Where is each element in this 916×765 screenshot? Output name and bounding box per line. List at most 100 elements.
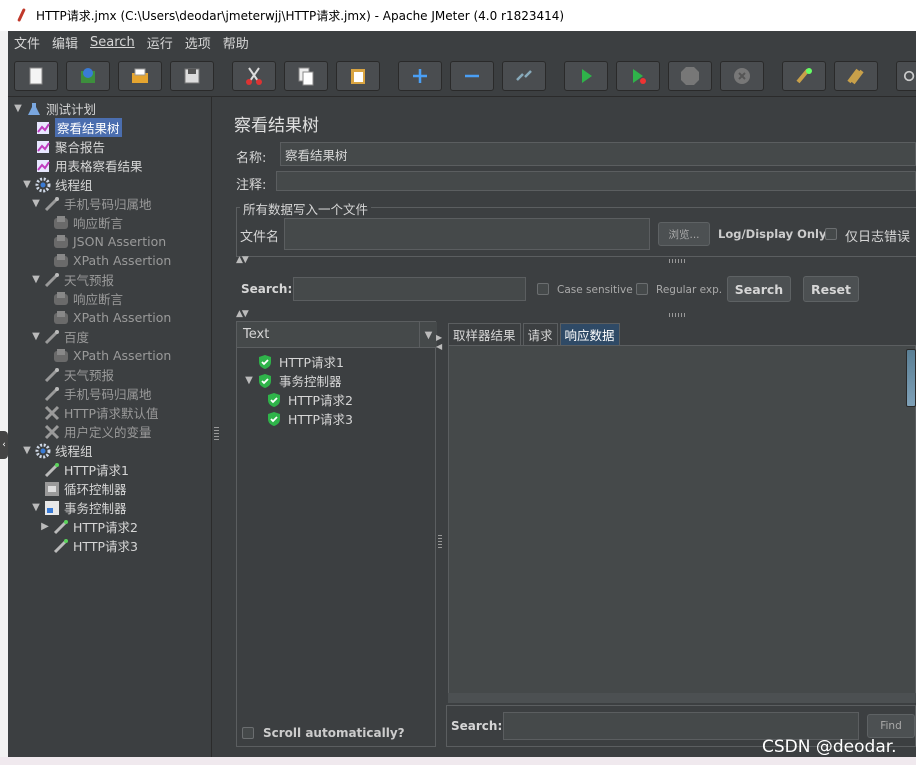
tree-item-label: 手机号码归属地 bbox=[64, 387, 152, 402]
pipette-icon bbox=[44, 272, 60, 288]
clear-button[interactable] bbox=[782, 61, 826, 91]
tree-item[interactable]: JSON Assertion bbox=[39, 232, 166, 251]
collapse-arrow-icon[interactable]: ▼ bbox=[30, 502, 42, 513]
tree-item[interactable]: ▼ 事务控制器 bbox=[30, 498, 127, 517]
comment-input[interactable] bbox=[276, 171, 916, 191]
response-data-pane[interactable] bbox=[448, 345, 916, 701]
tree-item[interactable]: 察看结果树 bbox=[21, 118, 122, 137]
start-icon bbox=[582, 69, 592, 83]
tree-item[interactable]: 天气预报 bbox=[30, 365, 114, 384]
tree-item[interactable]: XPath Assertion bbox=[39, 251, 171, 270]
tree-item[interactable]: 用表格察看结果 bbox=[21, 156, 143, 175]
tree-item[interactable]: 用户定义的变量 bbox=[30, 422, 152, 441]
collapse-arrow-icon[interactable]: ▼ bbox=[30, 274, 42, 285]
collapse-arrow-icon[interactable]: ▼ bbox=[21, 179, 33, 190]
search-button[interactable]: Search bbox=[727, 276, 791, 302]
menu-options[interactable]: 选项 bbox=[179, 33, 217, 52]
tree-item[interactable]: 循环控制器 bbox=[30, 479, 127, 498]
collapse-arrow-icon[interactable]: ▼ bbox=[21, 445, 33, 456]
start-button[interactable] bbox=[564, 61, 608, 91]
tree-item[interactable]: XPath Assertion bbox=[39, 346, 171, 365]
tree-item[interactable]: ▼ 手机号码归属地 bbox=[30, 194, 152, 213]
splitter-grip-icon[interactable] bbox=[214, 427, 219, 441]
templates-button[interactable] bbox=[66, 61, 110, 91]
collapse-arrow-icon[interactable]: ▼ bbox=[30, 198, 42, 209]
clear-all-button[interactable] bbox=[834, 61, 878, 91]
horizontal-scrollbar[interactable] bbox=[448, 693, 916, 703]
copy-button[interactable] bbox=[284, 61, 328, 91]
vertical-splitter[interactable] bbox=[212, 97, 222, 757]
tree-item[interactable]: 聚合报告 bbox=[21, 137, 105, 156]
file-name-label: 文件名 bbox=[240, 230, 280, 245]
result-row[interactable]: ▼ 事务控制器 bbox=[243, 371, 342, 390]
drag-dots-icon[interactable] bbox=[669, 259, 685, 263]
regex-checkbox[interactable] bbox=[636, 283, 648, 295]
paste-button[interactable] bbox=[336, 61, 380, 91]
tree-item-label: HTTP请求1 bbox=[64, 463, 129, 478]
errors-only-checkbox[interactable] bbox=[825, 228, 837, 240]
browse-button[interactable]: 浏览... bbox=[658, 222, 710, 246]
stop-button[interactable] bbox=[668, 61, 712, 91]
tree-item[interactable]: HTTP请求3 bbox=[39, 536, 138, 555]
file-name-input[interactable] bbox=[284, 218, 650, 250]
renderer-select[interactable]: Text ▼ bbox=[237, 322, 437, 348]
tree-item[interactable]: XPath Assertion bbox=[39, 308, 171, 327]
tab-response-data[interactable]: 响应数据 bbox=[559, 323, 620, 345]
find-input[interactable] bbox=[503, 712, 859, 740]
collapse-arrows-icon-2[interactable]: ▲▼ bbox=[236, 309, 249, 319]
start-no-pause-button[interactable] bbox=[616, 61, 660, 91]
tree-item[interactable]: ▶ HTTP请求2 bbox=[39, 517, 138, 536]
open-button[interactable] bbox=[118, 61, 162, 91]
collapse-arrow-icon[interactable]: ▼ bbox=[12, 103, 24, 114]
tree-item[interactable]: 响应断言 bbox=[39, 213, 123, 232]
menu-search[interactable]: Search bbox=[84, 35, 141, 50]
scroll-auto-checkbox[interactable] bbox=[242, 727, 254, 739]
cut-button[interactable] bbox=[232, 61, 276, 91]
stop-icon bbox=[681, 67, 699, 85]
tree-item[interactable]: ▼ 线程组 bbox=[21, 175, 93, 194]
result-row[interactable]: HTTP请求3 bbox=[252, 409, 353, 428]
expand-arrow-icon[interactable]: ▶ bbox=[39, 521, 51, 532]
find-button[interactable]: Find bbox=[867, 714, 915, 738]
scrollbar-thumb[interactable] bbox=[906, 349, 916, 407]
new-button[interactable] bbox=[14, 61, 58, 91]
menu-help[interactable]: 帮助 bbox=[217, 33, 255, 52]
menu-run[interactable]: 运行 bbox=[141, 33, 179, 52]
drag-dots-icon-2[interactable] bbox=[669, 313, 685, 317]
expand-button[interactable] bbox=[398, 61, 442, 91]
collapse-button[interactable] bbox=[450, 61, 494, 91]
tree-item[interactable]: ▼ 测试计划 bbox=[12, 99, 96, 118]
collapse-arrow-icon[interactable]: ▼ bbox=[243, 375, 255, 386]
collapse-arrows-icon[interactable]: ▲▼ bbox=[236, 255, 249, 265]
tree-item[interactable]: 手机号码归属地 bbox=[30, 384, 152, 403]
case-sensitive-checkbox[interactable] bbox=[537, 283, 549, 295]
collapse-arrow-icon[interactable]: ▼ bbox=[30, 331, 42, 342]
menu-file[interactable]: 文件 bbox=[8, 33, 46, 52]
tab-request[interactable]: 请求 bbox=[522, 323, 558, 345]
result-row[interactable]: HTTP请求2 bbox=[252, 390, 353, 409]
tree-item-label: XPath Assertion bbox=[73, 348, 172, 363]
tree-item[interactable]: ▼ 百度 bbox=[30, 327, 89, 346]
tree-item[interactable]: ▼ 线程组 bbox=[21, 441, 93, 460]
window-title: HTTP请求.jmx (C:\Users\deodar\jmeterwjj\HT… bbox=[36, 9, 565, 23]
tree-item[interactable]: HTTP请求默认值 bbox=[30, 403, 159, 422]
pane-arrows-icon[interactable]: ▶ ◀ bbox=[436, 333, 442, 351]
collapse-handle-icon[interactable]: ‹ bbox=[0, 431, 8, 459]
reset-button[interactable]: Reset bbox=[803, 276, 859, 302]
menu-edit[interactable]: 编辑 bbox=[46, 33, 84, 52]
tab-sampler-result[interactable]: 取样器结果 bbox=[448, 323, 521, 345]
name-input[interactable] bbox=[280, 142, 916, 166]
pipette-icon bbox=[44, 329, 60, 345]
save-button[interactable] bbox=[170, 61, 214, 91]
result-row[interactable]: HTTP请求1 bbox=[243, 352, 344, 371]
chevron-down-icon[interactable]: ▼ bbox=[419, 322, 437, 348]
shutdown-button[interactable] bbox=[720, 61, 764, 91]
toggle-button[interactable] bbox=[502, 61, 546, 91]
pane-grip-icon[interactable] bbox=[438, 535, 442, 549]
search-input[interactable] bbox=[293, 277, 526, 301]
tree-item[interactable]: 响应断言 bbox=[39, 289, 123, 308]
search-button[interactable] bbox=[896, 61, 916, 91]
tree-item[interactable]: HTTP请求1 bbox=[30, 460, 129, 479]
pipette-green-icon bbox=[44, 462, 60, 478]
tree-item[interactable]: ▼ 天气预报 bbox=[30, 270, 114, 289]
